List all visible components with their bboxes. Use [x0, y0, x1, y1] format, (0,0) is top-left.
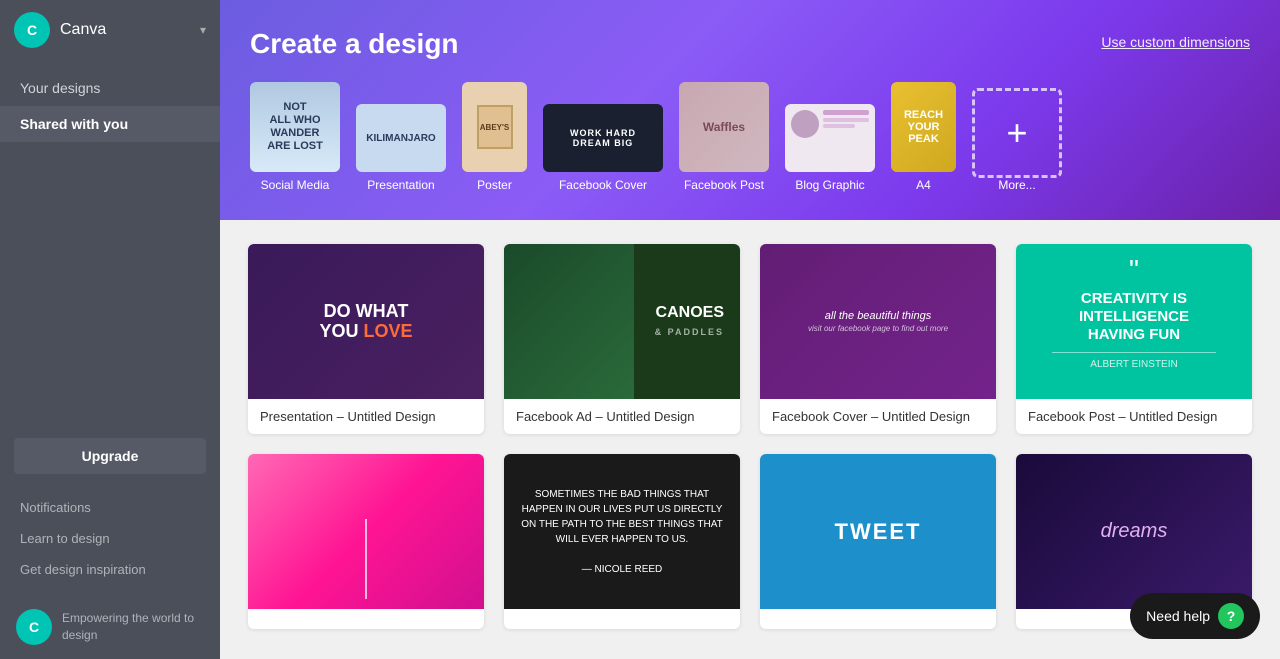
footer-tagline: Empowering the world to design: [62, 610, 204, 644]
design-type-label-poster: Poster: [477, 178, 512, 192]
design-type-facebook-cover[interactable]: WORK HARDDREAM BIG Facebook Cover: [543, 104, 663, 192]
design-type-label-a4: A4: [916, 178, 931, 192]
sidebar-footer: C Empowering the world to design: [0, 595, 220, 659]
design-type-more[interactable]: + More...: [972, 88, 1062, 192]
design-card-pink[interactable]: [248, 454, 484, 629]
canva-footer-logo-icon: C: [16, 609, 52, 645]
sidebar-item-learn-to-design[interactable]: Learn to design: [0, 523, 220, 554]
design-type-label-blog-graphic: Blog Graphic: [795, 178, 864, 192]
chevron-down-icon: ▾: [200, 23, 206, 37]
recent-designs-section: DO WHATYOU LOVE Presentation – Untitled …: [220, 220, 1280, 659]
design-card-label: Facebook Ad – Untitled Design: [504, 399, 740, 434]
sidebar-item-get-design-inspiration[interactable]: Get design inspiration: [0, 554, 220, 585]
page-title: Create a design: [250, 28, 459, 60]
design-type-facebook-post[interactable]: Waffles Facebook Post: [679, 82, 769, 192]
canva-logo-icon: C: [14, 12, 50, 48]
need-help-label: Need help: [1146, 608, 1210, 624]
design-type-label-facebook-cover: Facebook Cover: [559, 178, 647, 192]
brand-name: Canva: [60, 21, 190, 39]
sidebar-item-shared-with-you[interactable]: Shared with you: [0, 106, 220, 142]
design-card-dark-quote[interactable]: SOMETIMES THE BAD THINGS THAT HAPPEN IN …: [504, 454, 740, 629]
sidebar-item-your-designs[interactable]: Your designs: [0, 70, 220, 106]
design-card-label: Facebook Cover – Untitled Design: [760, 399, 996, 434]
design-type-label-presentation: Presentation: [367, 178, 434, 192]
custom-dimensions-button[interactable]: Use custom dimensions: [1101, 34, 1250, 50]
designs-grid: DO WHATYOU LOVE Presentation – Untitled …: [248, 244, 1252, 629]
design-type-label-social-media: Social Media: [261, 178, 330, 192]
design-card-label: Presentation – Untitled Design: [248, 399, 484, 434]
design-card-label: Facebook Post – Untitled Design: [1016, 399, 1252, 434]
more-plus-icon: +: [1006, 112, 1027, 154]
design-card-tweet[interactable]: TWEET: [760, 454, 996, 629]
design-type-social-media[interactable]: NOTALL WHOWANDERARE LOST Social Media: [250, 82, 340, 192]
need-help-button[interactable]: Need help ?: [1130, 593, 1260, 639]
design-card-facebook-post[interactable]: " CREATIVITY ISINTELLIGENCEHAVING FUN AL…: [1016, 244, 1252, 434]
design-card-label: [504, 609, 740, 629]
sidebar-brand-header[interactable]: C Canva ▾: [0, 0, 220, 60]
design-card-label: [760, 609, 996, 629]
design-card-presentation[interactable]: DO WHATYOU LOVE Presentation – Untitled …: [248, 244, 484, 434]
hero-section: Create a design Use custom dimensions NO…: [220, 0, 1280, 220]
design-type-poster[interactable]: ABEY'S Poster: [462, 82, 527, 192]
sidebar-bottom-links: Notifications Learn to design Get design…: [0, 482, 220, 595]
design-types-row: NOTALL WHOWANDERARE LOST Social Media KI…: [250, 82, 1250, 196]
upgrade-button[interactable]: Upgrade: [14, 438, 206, 474]
design-type-label-more: More...: [998, 178, 1035, 192]
sidebar: C Canva ▾ Your designs Shared with you U…: [0, 0, 220, 659]
hero-title-row: Create a design Use custom dimensions: [250, 28, 1250, 60]
sidebar-navigation: Your designs Shared with you: [0, 60, 220, 430]
design-card-facebook-ad[interactable]: CANOES& PADDLES Facebook Ad – Untitled D…: [504, 244, 740, 434]
design-type-a4[interactable]: REACHYOURPEAK A4: [891, 82, 956, 192]
design-type-label-facebook-post: Facebook Post: [684, 178, 764, 192]
sidebar-item-notifications[interactable]: Notifications: [0, 492, 220, 523]
design-card-facebook-cover[interactable]: all the beautiful thingsvisit our facebo…: [760, 244, 996, 434]
design-type-presentation[interactable]: KILIMANJARO Presentation: [356, 104, 446, 192]
design-type-blog-graphic[interactable]: Blog Graphic: [785, 104, 875, 192]
design-card-label: [248, 609, 484, 629]
main-content: Create a design Use custom dimensions NO…: [220, 0, 1280, 659]
help-icon: ?: [1218, 603, 1244, 629]
